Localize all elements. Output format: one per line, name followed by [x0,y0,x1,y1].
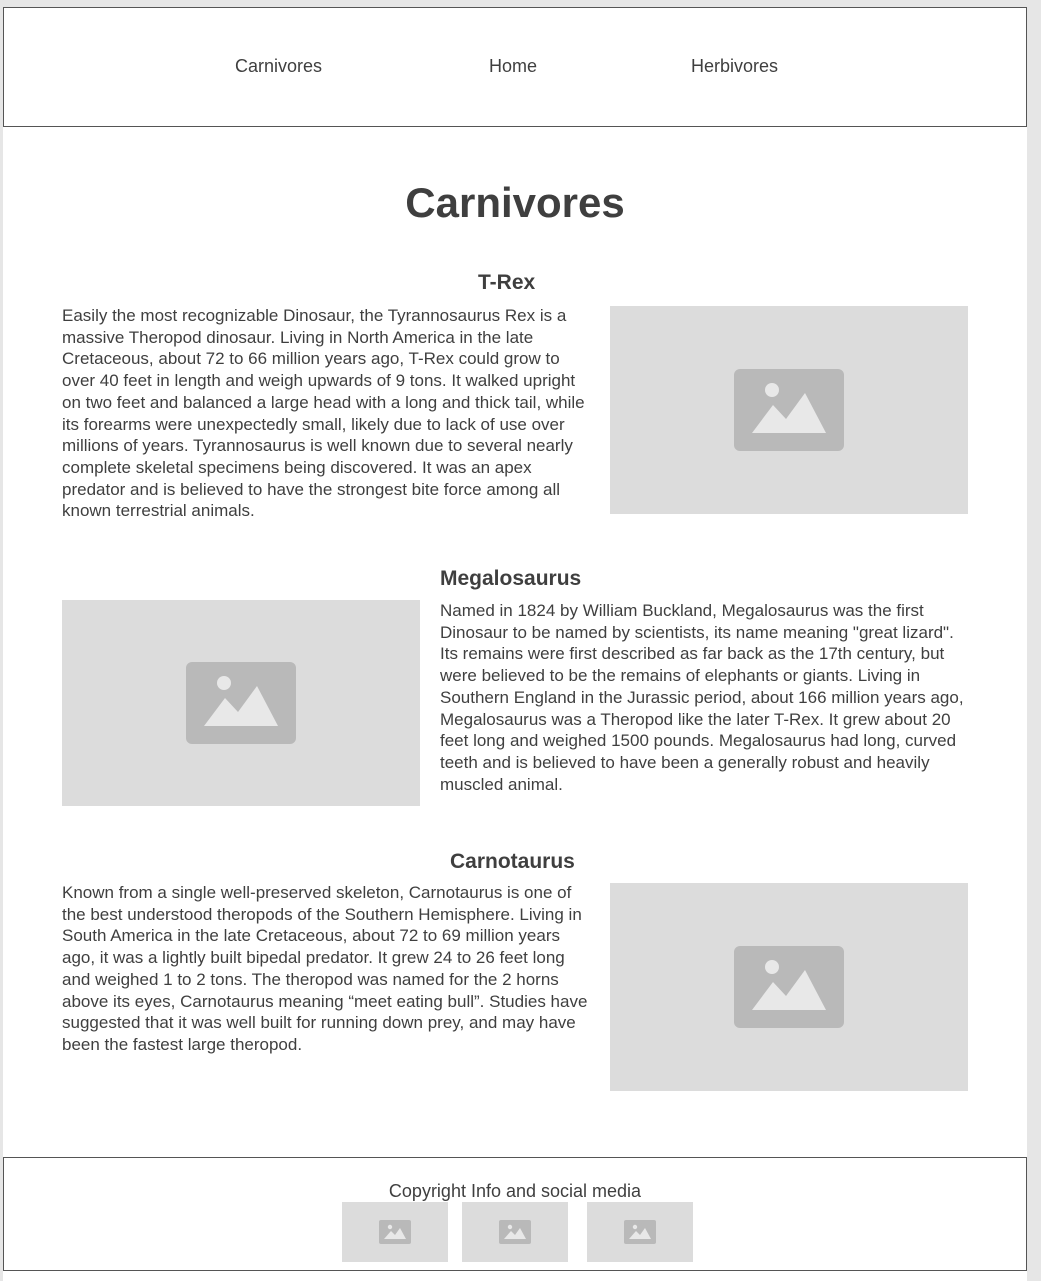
image-placeholder-icon [186,662,296,744]
t-rex-image [610,306,968,514]
top-navigation: Carnivores Home Herbivores [3,7,1027,127]
footer-copyright-text: Copyright Info and social media [388,1181,642,1201]
page: Carnivores Home Herbivores Carnivores T-… [3,7,1027,1281]
nav-link-herbivores[interactable]: Herbivores [691,56,778,77]
carnotaurus-image [610,883,968,1091]
section-heading-carnotaurus: Carnotaurus [450,850,575,873]
image-placeholder-icon [624,1220,656,1244]
image-placeholder-icon [734,369,844,451]
social-media-link-1[interactable] [342,1202,448,1262]
section-text-t-rex: Easily the most recognizable Dinosaur, t… [62,306,585,521]
footer: Copyright Info and social media [3,1157,1027,1271]
megalosaurus-image [62,600,420,806]
section-heading-megalosaurus: Megalosaurus [440,567,582,590]
nav-link-home[interactable]: Home [489,56,537,77]
image-placeholder-icon [499,1220,531,1244]
nav-link-carnivores[interactable]: Carnivores [235,56,322,77]
social-media-link-2[interactable] [462,1202,568,1262]
page-title: Carnivores [405,179,625,226]
image-placeholder-icon [734,946,844,1028]
section-heading-t-rex: T-Rex [478,271,536,294]
section-text-carnotaurus: Known from a single well-preserved skele… [62,883,588,1054]
social-media-link-3[interactable] [587,1202,693,1262]
section-text-megalosaurus: Named in 1824 by William Buckland, Megal… [440,601,964,794]
image-placeholder-icon [379,1220,411,1244]
